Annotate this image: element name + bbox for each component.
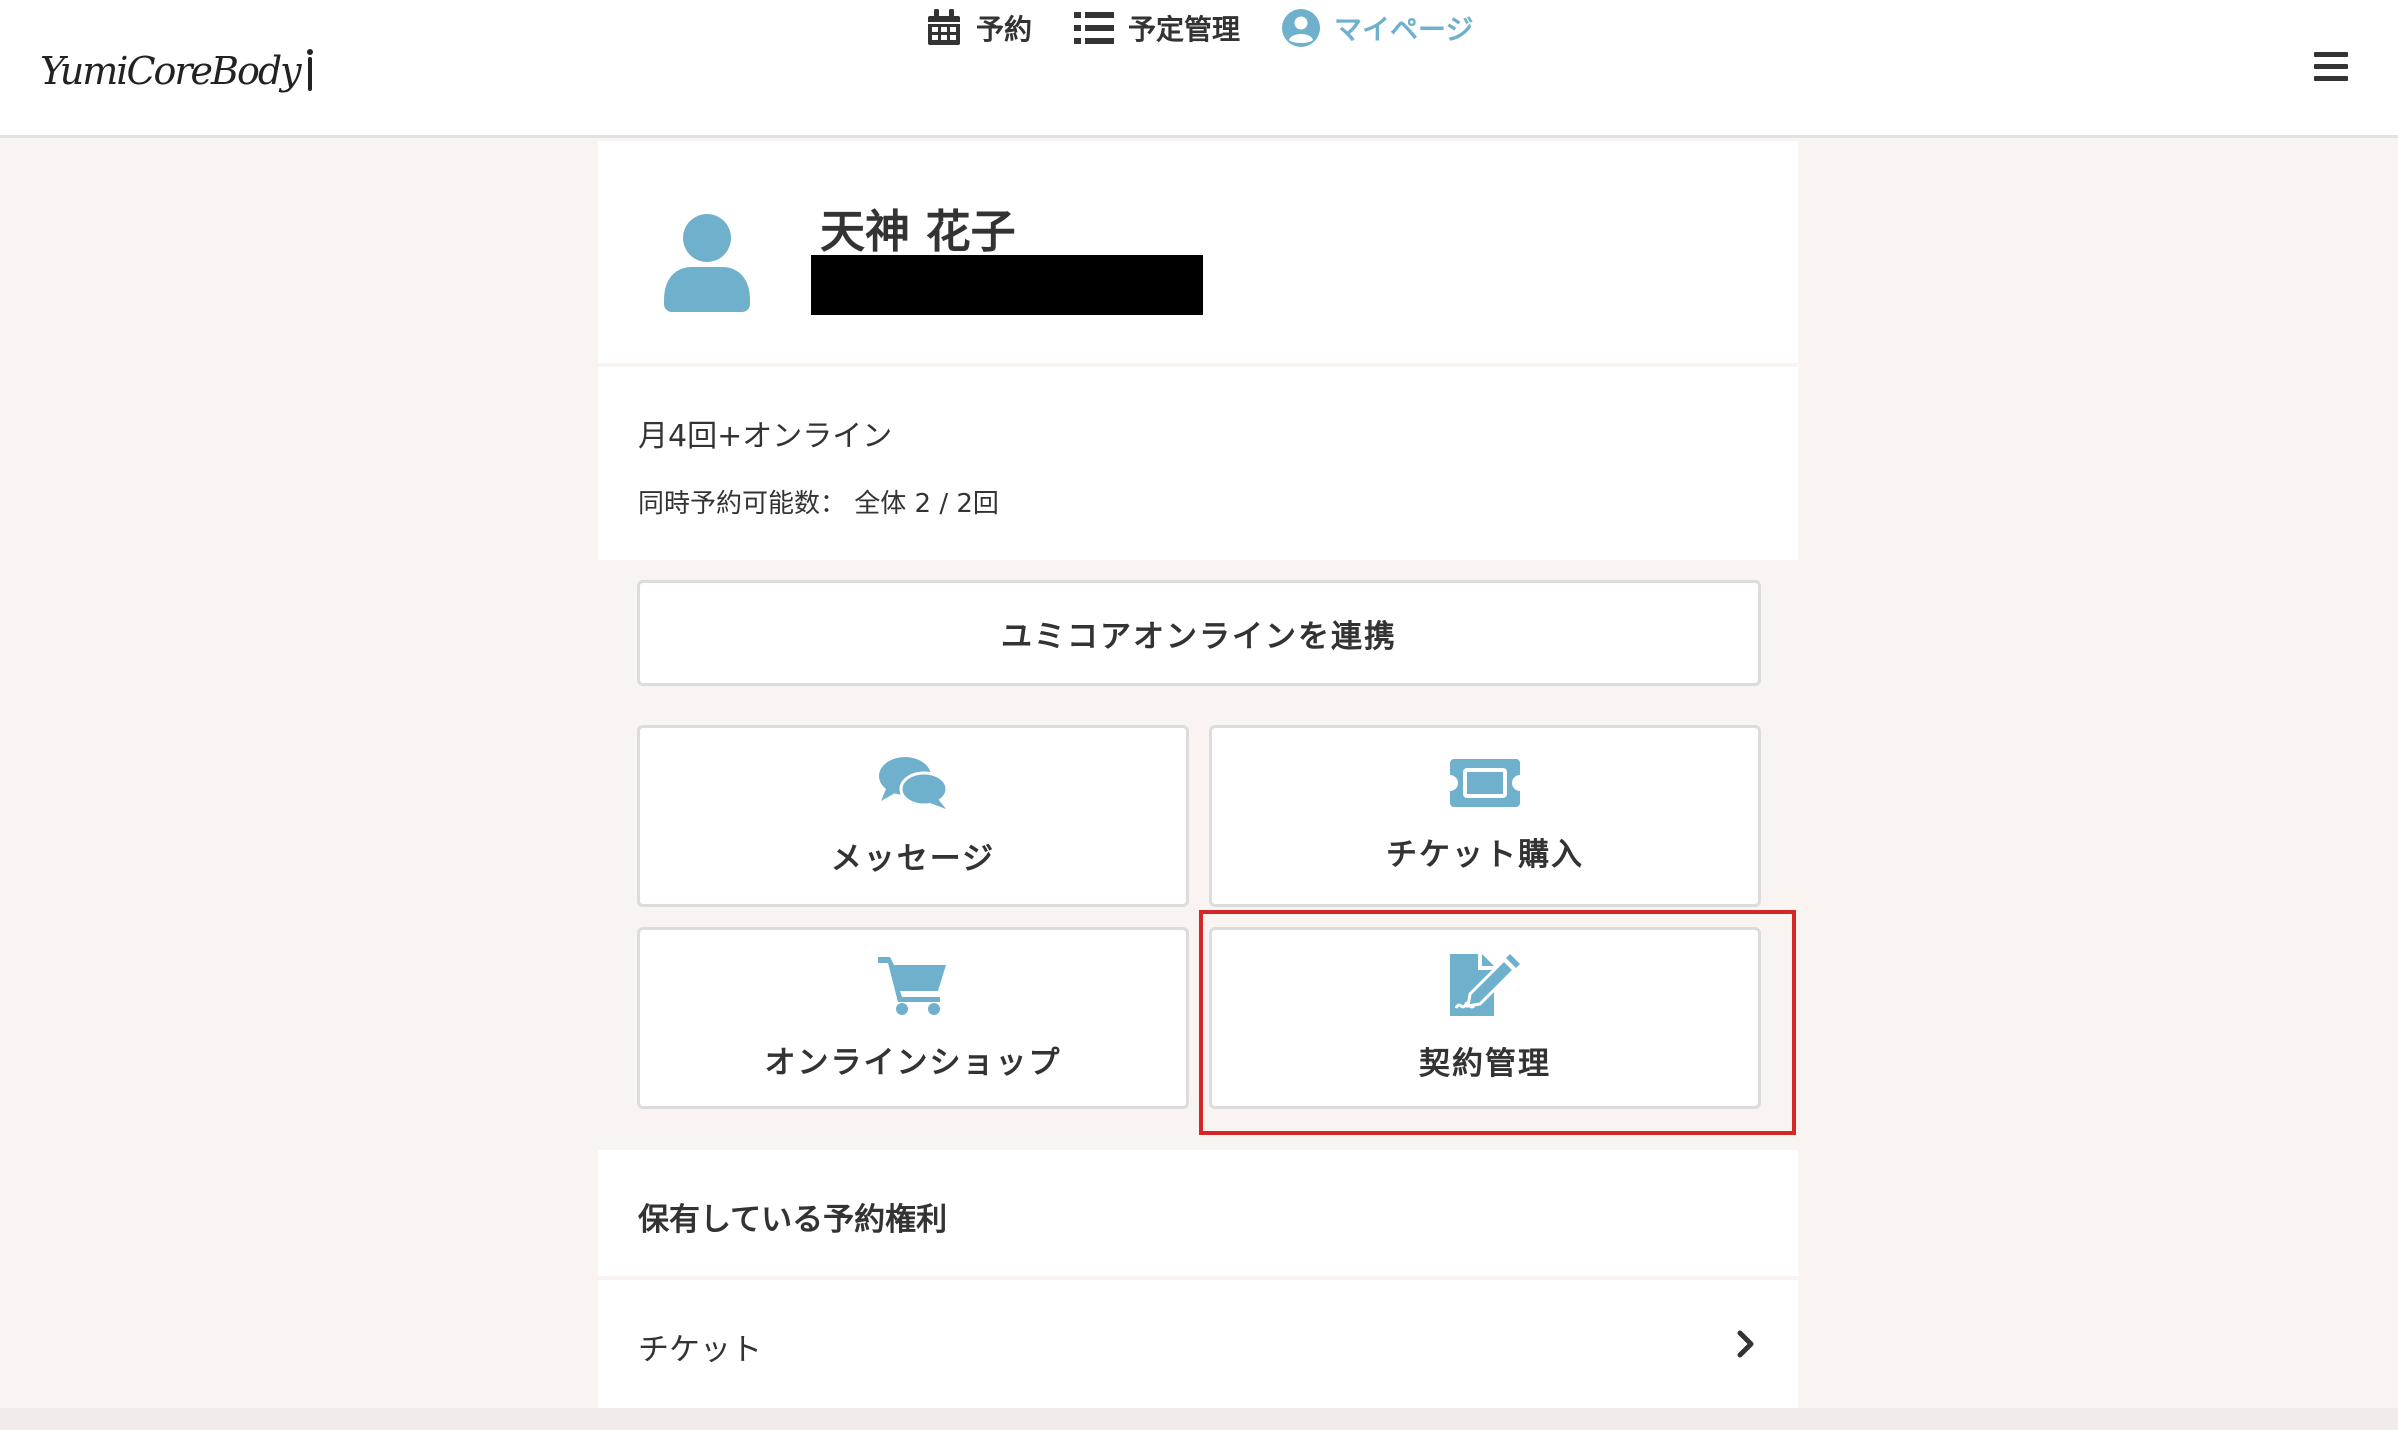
ticket-icon bbox=[1450, 758, 1520, 807]
online-shop-tile[interactable]: オンラインショップ bbox=[637, 927, 1189, 1109]
chat-bubbles-icon bbox=[879, 756, 948, 809]
user-avatar-icon bbox=[664, 214, 750, 312]
nav-schedule-label: 予定管理 bbox=[1128, 13, 1241, 46]
reservation-rights-title: 保有している予約権利 bbox=[638, 1202, 948, 1238]
ticket-purchase-tile[interactable]: チケット購入 bbox=[1209, 725, 1761, 907]
contract-signature-icon bbox=[1450, 953, 1520, 1016]
plan-card: 月4回+オンライン 同時予約可能数： 全体 2 / 2回 bbox=[598, 367, 1798, 560]
chevron-right-icon bbox=[1737, 1330, 1754, 1358]
online-shop-label: オンラインショップ bbox=[764, 1044, 1062, 1081]
shopping-cart-icon bbox=[878, 956, 946, 1015]
ticket-row[interactable]: チケット bbox=[598, 1280, 1798, 1408]
user-circle-icon bbox=[1282, 9, 1320, 47]
list-icon bbox=[1074, 12, 1114, 44]
top-header: YumiCoreBody 予約 予定管理 マイページ bbox=[0, 0, 2398, 138]
nav-mypage-label: マイページ bbox=[1334, 13, 1474, 46]
member-name: 天神 花子 bbox=[820, 205, 1016, 258]
bottom-edge bbox=[0, 1408, 2398, 1430]
reservation-rights-section: 保有している予約権利 bbox=[598, 1150, 1798, 1276]
link-online-label: ユミコアオンラインを連携 bbox=[1001, 618, 1397, 655]
nav-mypage[interactable]: マイページ bbox=[1282, 0, 1473, 56]
nav-reservation-label: 予約 bbox=[976, 13, 1033, 46]
ticket-row-label: チケット bbox=[638, 1332, 762, 1368]
logo-figure-icon bbox=[306, 49, 314, 93]
plan-name: 月4回+オンライン bbox=[638, 419, 893, 454]
ticket-purchase-label: チケット購入 bbox=[1386, 836, 1584, 873]
calendar-icon bbox=[928, 9, 960, 45]
message-tile[interactable]: メッセージ bbox=[637, 725, 1189, 907]
brand-logo[interactable]: YumiCoreBody bbox=[40, 36, 314, 106]
nav-schedule[interactable]: 予定管理 bbox=[1074, 0, 1240, 56]
redacted-info bbox=[811, 255, 1203, 315]
hamburger-menu-icon[interactable] bbox=[2314, 52, 2348, 82]
link-online-button[interactable]: ユミコアオンラインを連携 bbox=[637, 580, 1761, 686]
logo-text: YumiCoreBody bbox=[40, 49, 302, 93]
reservation-limit: 同時予約可能数： 全体 2 / 2回 bbox=[638, 489, 999, 519]
nav-reservation[interactable]: 予約 bbox=[926, 0, 1032, 56]
contract-management-label: 契約管理 bbox=[1419, 1045, 1551, 1082]
message-label: メッセージ bbox=[830, 840, 996, 877]
contract-management-tile[interactable]: 契約管理 bbox=[1209, 927, 1761, 1109]
profile-card: 天神 花子 bbox=[598, 141, 1798, 363]
